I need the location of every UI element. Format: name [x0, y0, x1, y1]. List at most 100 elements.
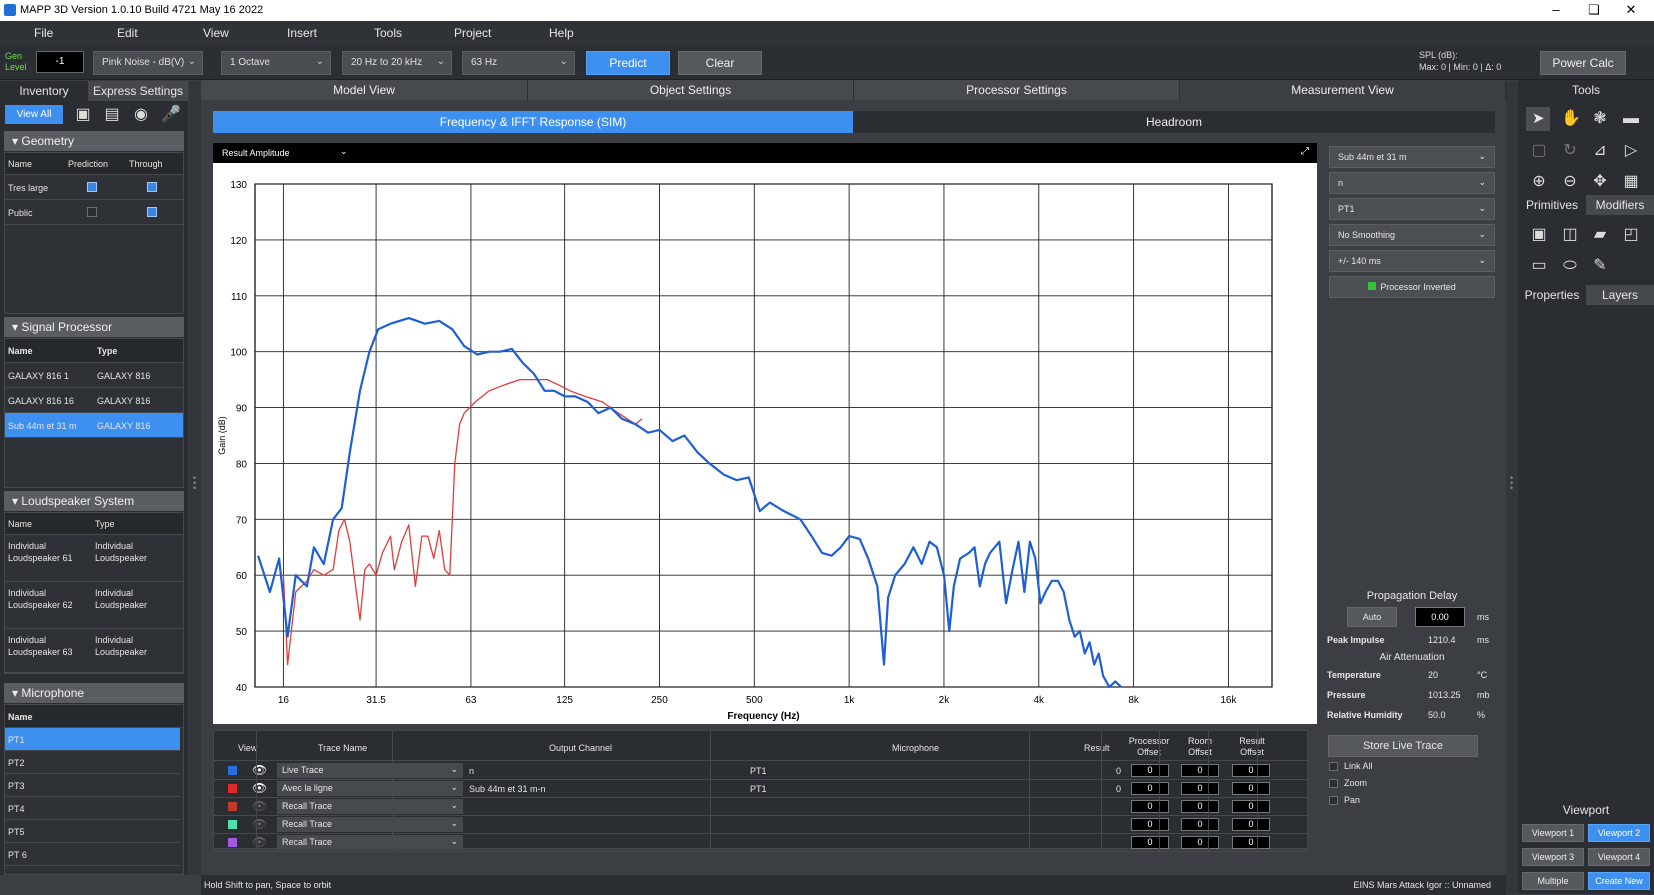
tab-measurement-view[interactable]: Measurement View [1180, 80, 1506, 100]
microphone-icon[interactable]: 🎤 [161, 106, 181, 124]
speaker-icon[interactable]: ◉ [132, 106, 150, 124]
grid-tool-icon[interactable]: ▦ [1622, 173, 1640, 191]
humidity-value[interactable]: 50.0 [1428, 710, 1446, 720]
room-offset-input[interactable]: 0 [1181, 782, 1219, 795]
result-amplitude-dropdown[interactable]: Result Amplitude [222, 148, 290, 158]
predict-button[interactable]: Predict [586, 51, 670, 75]
room-offset-input[interactable]: 0 [1181, 764, 1219, 777]
store-live-trace-button[interactable]: Store Live Trace [1328, 735, 1478, 757]
eye-icon[interactable]: 👁 [252, 781, 267, 795]
table-row-selected[interactable]: PT1 [5, 728, 180, 751]
table-row[interactable]: PT 6 [5, 843, 180, 866]
right-splitter[interactable]: • • • [1506, 81, 1518, 894]
processor-dropdown[interactable]: Sub 44m et 31 m ⌄ [1329, 146, 1495, 168]
table-row[interactable]: Individual Loudspeaker 61 Individual Lou… [5, 535, 183, 582]
power-calc-button[interactable]: Power Calc [1540, 51, 1626, 75]
viewport-1-button[interactable]: Viewport 1 [1522, 824, 1584, 842]
microphone-dropdown[interactable]: PT1 ⌄ [1329, 198, 1495, 220]
tab-frequency-ifft[interactable]: Frequency & IFFT Response (SIM) [213, 111, 854, 133]
frequency-dropdown[interactable]: 63 Hz ⌄ [462, 51, 575, 75]
trace-row[interactable]: 👁 Recall Trace ⌄ 0 0 0 [214, 834, 1307, 852]
tab-model-view[interactable]: Model View [201, 80, 528, 100]
window-dropdown[interactable]: +/- 140 ms ⌄ [1329, 250, 1495, 272]
processor-offset-input[interactable]: 0 [1131, 800, 1169, 813]
table-row[interactable]: PT4 [5, 797, 180, 820]
microphone-header[interactable]: ▾ Microphone [4, 683, 184, 703]
range-dropdown[interactable]: 20 Hz to 20 kHz ⌄ [342, 51, 452, 75]
gen-level-input[interactable]: -1 [36, 51, 84, 73]
zoom-checkbox[interactable] [1329, 779, 1338, 788]
table-row[interactable]: PT3 [5, 774, 180, 797]
viewport-3-button[interactable]: Viewport 3 [1522, 848, 1584, 866]
tab-primitives[interactable]: Primitives [1518, 195, 1586, 215]
menu-edit[interactable]: Edit [117, 26, 138, 40]
processor-offset-input[interactable]: 0 [1131, 818, 1169, 831]
loudspeaker-header[interactable]: ▾ Loudspeaker System [4, 491, 184, 511]
menu-help[interactable]: Help [549, 26, 574, 40]
processor-offset-input[interactable]: 0 [1131, 764, 1169, 777]
zoom-out-icon[interactable]: ⊖ [1561, 173, 1579, 191]
menu-insert[interactable]: Insert [287, 26, 317, 40]
tab-express-settings[interactable]: Express Settings [88, 81, 188, 101]
multiple-button[interactable]: Multiple [1522, 872, 1584, 890]
pan-checkbox[interactable] [1329, 796, 1338, 805]
signal-processor-header[interactable]: ▾ Signal Processor [4, 317, 184, 337]
chevron-down-icon[interactable]: ⌄ [340, 146, 348, 157]
processor-inverted-toggle[interactable]: Processor Inverted [1329, 276, 1495, 298]
left-splitter[interactable]: • • • [189, 81, 201, 875]
table-row-selected[interactable]: Sub 44m et 31 m GALAXY 816 [5, 413, 183, 438]
delay-input[interactable]: 0.00 [1415, 607, 1465, 627]
tab-inventory[interactable]: Inventory [0, 81, 88, 101]
temperature-value[interactable]: 20 [1428, 670, 1438, 680]
processor-icon[interactable]: ▤ [103, 106, 121, 124]
menu-tools[interactable]: Tools [374, 26, 402, 40]
room-offset-input[interactable]: 0 [1181, 818, 1219, 831]
tab-modifiers[interactable]: Modifiers [1586, 195, 1654, 215]
viewport-2-button[interactable]: Viewport 2 [1588, 824, 1650, 842]
create-new-button[interactable]: Create New [1588, 872, 1650, 890]
tab-object-settings[interactable]: Object Settings [528, 80, 854, 100]
frame-tool-icon[interactable]: ▢ [1530, 142, 1548, 160]
trace-color-swatch[interactable] [228, 802, 237, 811]
prediction-checkbox[interactable] [87, 182, 97, 192]
trace-name-dropdown[interactable]: Avec la ligne ⌄ [277, 781, 463, 796]
tab-processor-settings[interactable]: Processor Settings [854, 80, 1180, 100]
viewport-4-button[interactable]: Viewport 4 [1588, 848, 1650, 866]
eye-icon[interactable]: 👁 [252, 835, 267, 849]
through-checkbox[interactable] [147, 207, 157, 217]
trace-row[interactable]: 👁 Recall Trace ⌄ 0 0 0 [214, 816, 1307, 834]
trace-color-swatch[interactable] [228, 784, 237, 793]
link-all-checkbox[interactable] [1329, 762, 1338, 771]
trace-row[interactable]: 👁 Live Trace ⌄ n PT1 0 0 0 0 [214, 762, 1307, 780]
table-row[interactable]: PT2 [5, 751, 180, 774]
rectangle-primitive-icon[interactable]: ▭ [1530, 257, 1548, 275]
expand-icon[interactable]: ⤢ [1301, 146, 1309, 157]
view-all-button[interactable]: View All [5, 105, 63, 124]
select-tool-icon[interactable]: ➤ [1526, 107, 1550, 131]
output-dropdown[interactable]: n ⌄ [1329, 172, 1495, 194]
processor-offset-input[interactable]: 0 [1131, 782, 1169, 795]
trace-name-dropdown[interactable]: Recall Trace ⌄ [277, 799, 463, 814]
trace-color-swatch[interactable] [228, 820, 237, 829]
plane-primitive-icon[interactable]: ▰ [1591, 226, 1609, 244]
clear-button[interactable]: Clear [678, 51, 762, 75]
tab-properties[interactable]: Properties [1518, 285, 1586, 305]
room-offset-input[interactable]: 0 [1181, 800, 1219, 813]
table-row[interactable]: Individual Loudspeaker 62 Individual Lou… [5, 582, 183, 629]
eye-icon[interactable]: 👁 [252, 817, 267, 831]
measure-tool-icon[interactable]: ▬ [1622, 110, 1640, 128]
menu-project[interactable]: Project [454, 26, 491, 40]
cylinder-primitive-icon[interactable]: ◫ [1561, 226, 1579, 244]
box-primitive-icon[interactable]: ▣ [1530, 226, 1548, 244]
bandwidth-dropdown[interactable]: 1 Octave ⌄ [221, 51, 331, 75]
result-offset-input[interactable]: 0 [1232, 764, 1270, 777]
close-icon[interactable]: ✕ [1608, 1, 1654, 21]
tab-headroom[interactable]: Headroom [854, 111, 1495, 133]
table-row[interactable]: Public [5, 200, 183, 225]
table-row[interactable]: GALAXY 816 1 GALAXY 816 [5, 363, 183, 388]
table-row[interactable]: Tres large [5, 175, 183, 200]
trace-name-dropdown[interactable]: Recall Trace ⌄ [277, 835, 463, 850]
processor-offset-input[interactable]: 0 [1131, 836, 1169, 849]
trace-name-dropdown[interactable]: Recall Trace ⌄ [277, 817, 463, 832]
prediction-checkbox[interactable] [87, 207, 97, 217]
